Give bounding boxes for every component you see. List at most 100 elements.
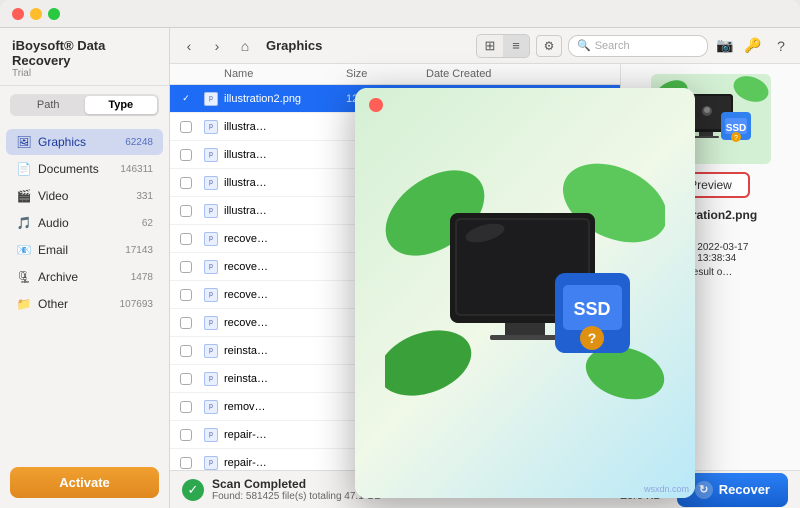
file-type-icon: p — [204, 288, 224, 302]
sidebar-icon-audio: 🎵 — [16, 215, 32, 231]
file-type-icon: p — [204, 428, 224, 442]
window-controls — [12, 8, 60, 20]
checkbox-icon — [180, 317, 192, 329]
sidebar-label-archive: Archive — [38, 270, 127, 284]
list-view-button[interactable]: ≡ — [503, 35, 529, 57]
file-icon: p — [204, 456, 218, 470]
file-type-icon: p — [204, 232, 224, 246]
info-button[interactable]: 🔑 — [742, 35, 764, 57]
checkbox-icon — [180, 429, 192, 441]
filter-button[interactable]: ⚙ — [536, 35, 562, 57]
row-checkbox[interactable] — [180, 149, 204, 161]
sidebar-item-audio[interactable]: 🎵 Audio 62 — [6, 210, 163, 236]
checkbox-icon — [180, 149, 192, 161]
svg-text:?: ? — [734, 135, 738, 142]
sidebar-count-archive: 1478 — [131, 272, 153, 283]
sidebar-item-graphics[interactable]: 🖼 Graphics 62248 — [6, 129, 163, 155]
sidebar-count-other: 107693 — [120, 299, 153, 310]
search-placeholder: Search — [595, 40, 630, 52]
minimize-button[interactable] — [30, 8, 42, 20]
file-icon: p — [204, 288, 218, 302]
sidebar-icon-graphics: 🖼 — [16, 134, 32, 150]
sidebar-count-video: 331 — [136, 191, 153, 202]
sidebar-header: iBoysoft® Data Recovery Trial — [0, 28, 169, 86]
sidebar-count-documents: 146311 — [120, 164, 153, 175]
sidebar-item-video[interactable]: 🎬 Video 331 — [6, 183, 163, 209]
row-checkbox[interactable] — [180, 429, 204, 441]
row-checkbox[interactable]: ✓ — [180, 93, 204, 105]
app-body: iBoysoft® Data Recovery Trial Path Type … — [0, 28, 800, 508]
checkbox-icon: ✓ — [180, 93, 192, 105]
popup-close-button[interactable] — [369, 98, 383, 112]
sidebar-icon-documents: 📄 — [16, 161, 32, 177]
file-icon: p — [204, 204, 218, 218]
sidebar-icon-email: 📧 — [16, 242, 32, 258]
file-name: repair-… — [224, 429, 346, 441]
col-name-header: Name — [224, 68, 346, 80]
nav-back-button[interactable]: ‹ — [178, 35, 200, 57]
sidebar-label-audio: Audio — [38, 216, 138, 230]
sidebar-item-archive[interactable]: 🗜 Archive 1478 — [6, 264, 163, 290]
sidebar-item-documents[interactable]: 📄 Documents 146311 — [6, 156, 163, 182]
file-name: recove… — [224, 261, 346, 273]
recover-label: Recover — [719, 482, 770, 497]
row-checkbox[interactable] — [180, 261, 204, 273]
file-icon: p — [204, 428, 218, 442]
nav-forward-button[interactable]: › — [206, 35, 228, 57]
row-checkbox[interactable] — [180, 345, 204, 357]
file-type-icon: p — [204, 316, 224, 330]
grid-view-button[interactable]: ⊞ — [477, 35, 503, 57]
svg-text:SSD: SSD — [573, 299, 610, 319]
maximize-button[interactable] — [48, 8, 60, 20]
file-icon: p — [204, 260, 218, 274]
tab-type[interactable]: Type — [85, 96, 158, 114]
file-list-header: Name Size Date Created — [170, 64, 620, 85]
row-checkbox[interactable] — [180, 205, 204, 217]
camera-button[interactable]: 📷 — [714, 35, 736, 57]
row-checkbox[interactable] — [180, 121, 204, 133]
row-checkbox[interactable] — [180, 373, 204, 385]
file-type-icon: p — [204, 372, 224, 386]
sidebar: iBoysoft® Data Recovery Trial Path Type … — [0, 28, 170, 508]
file-type-icon: p — [204, 260, 224, 274]
file-name: recove… — [224, 317, 346, 329]
sidebar-icon-archive: 🗜 — [16, 269, 32, 285]
file-type-icon: p — [204, 204, 224, 218]
sidebar-label-video: Video — [38, 189, 132, 203]
home-button[interactable]: ⌂ — [234, 35, 256, 57]
checkbox-icon — [180, 457, 192, 469]
sidebar-list: 🖼 Graphics 62248 📄 Documents 146311 🎬 Vi… — [0, 124, 169, 459]
sidebar-icon-video: 🎬 — [16, 188, 32, 204]
help-button[interactable]: ? — [770, 35, 792, 57]
file-icon: p — [204, 372, 218, 386]
file-icon: p — [204, 400, 218, 414]
sidebar-item-email[interactable]: 📧 Email 17143 — [6, 237, 163, 263]
checkbox-icon — [180, 261, 192, 273]
row-checkbox[interactable] — [180, 457, 204, 469]
date-value: 2022-03-17 13:38:34 — [697, 242, 790, 264]
popup-image-area: SSD ? wsxdn.com — [355, 88, 695, 498]
checkbox-icon — [180, 233, 192, 245]
tab-path[interactable]: Path — [12, 96, 85, 114]
sidebar-icon-other: 📁 — [16, 296, 32, 312]
activate-button[interactable]: Activate — [10, 467, 159, 498]
checkbox-icon — [180, 345, 192, 357]
checkbox-icon — [180, 373, 192, 385]
app-title: iBoysoft® Data Recovery — [12, 38, 157, 68]
sidebar-count-audio: 62 — [142, 218, 153, 229]
row-checkbox[interactable] — [180, 289, 204, 301]
file-icon: p — [204, 344, 218, 358]
row-checkbox[interactable] — [180, 233, 204, 245]
sidebar-count-graphics: 62248 — [125, 137, 153, 148]
close-button[interactable] — [12, 8, 24, 20]
file-name: illustration2.png — [224, 93, 346, 105]
recover-icon: ↻ — [695, 481, 713, 499]
row-checkbox[interactable] — [180, 317, 204, 329]
file-type-icon: p — [204, 456, 224, 470]
sidebar-item-other[interactable]: 📁 Other 107693 — [6, 291, 163, 317]
search-box[interactable]: 🔍 Search — [568, 35, 708, 57]
col-size-header: Size — [346, 68, 426, 80]
row-checkbox[interactable] — [180, 177, 204, 189]
row-checkbox[interactable] — [180, 401, 204, 413]
toolbar: ‹ › ⌂ Graphics ⊞ ≡ ⚙ 🔍 Search 📷 🔑 ? — [170, 28, 800, 64]
